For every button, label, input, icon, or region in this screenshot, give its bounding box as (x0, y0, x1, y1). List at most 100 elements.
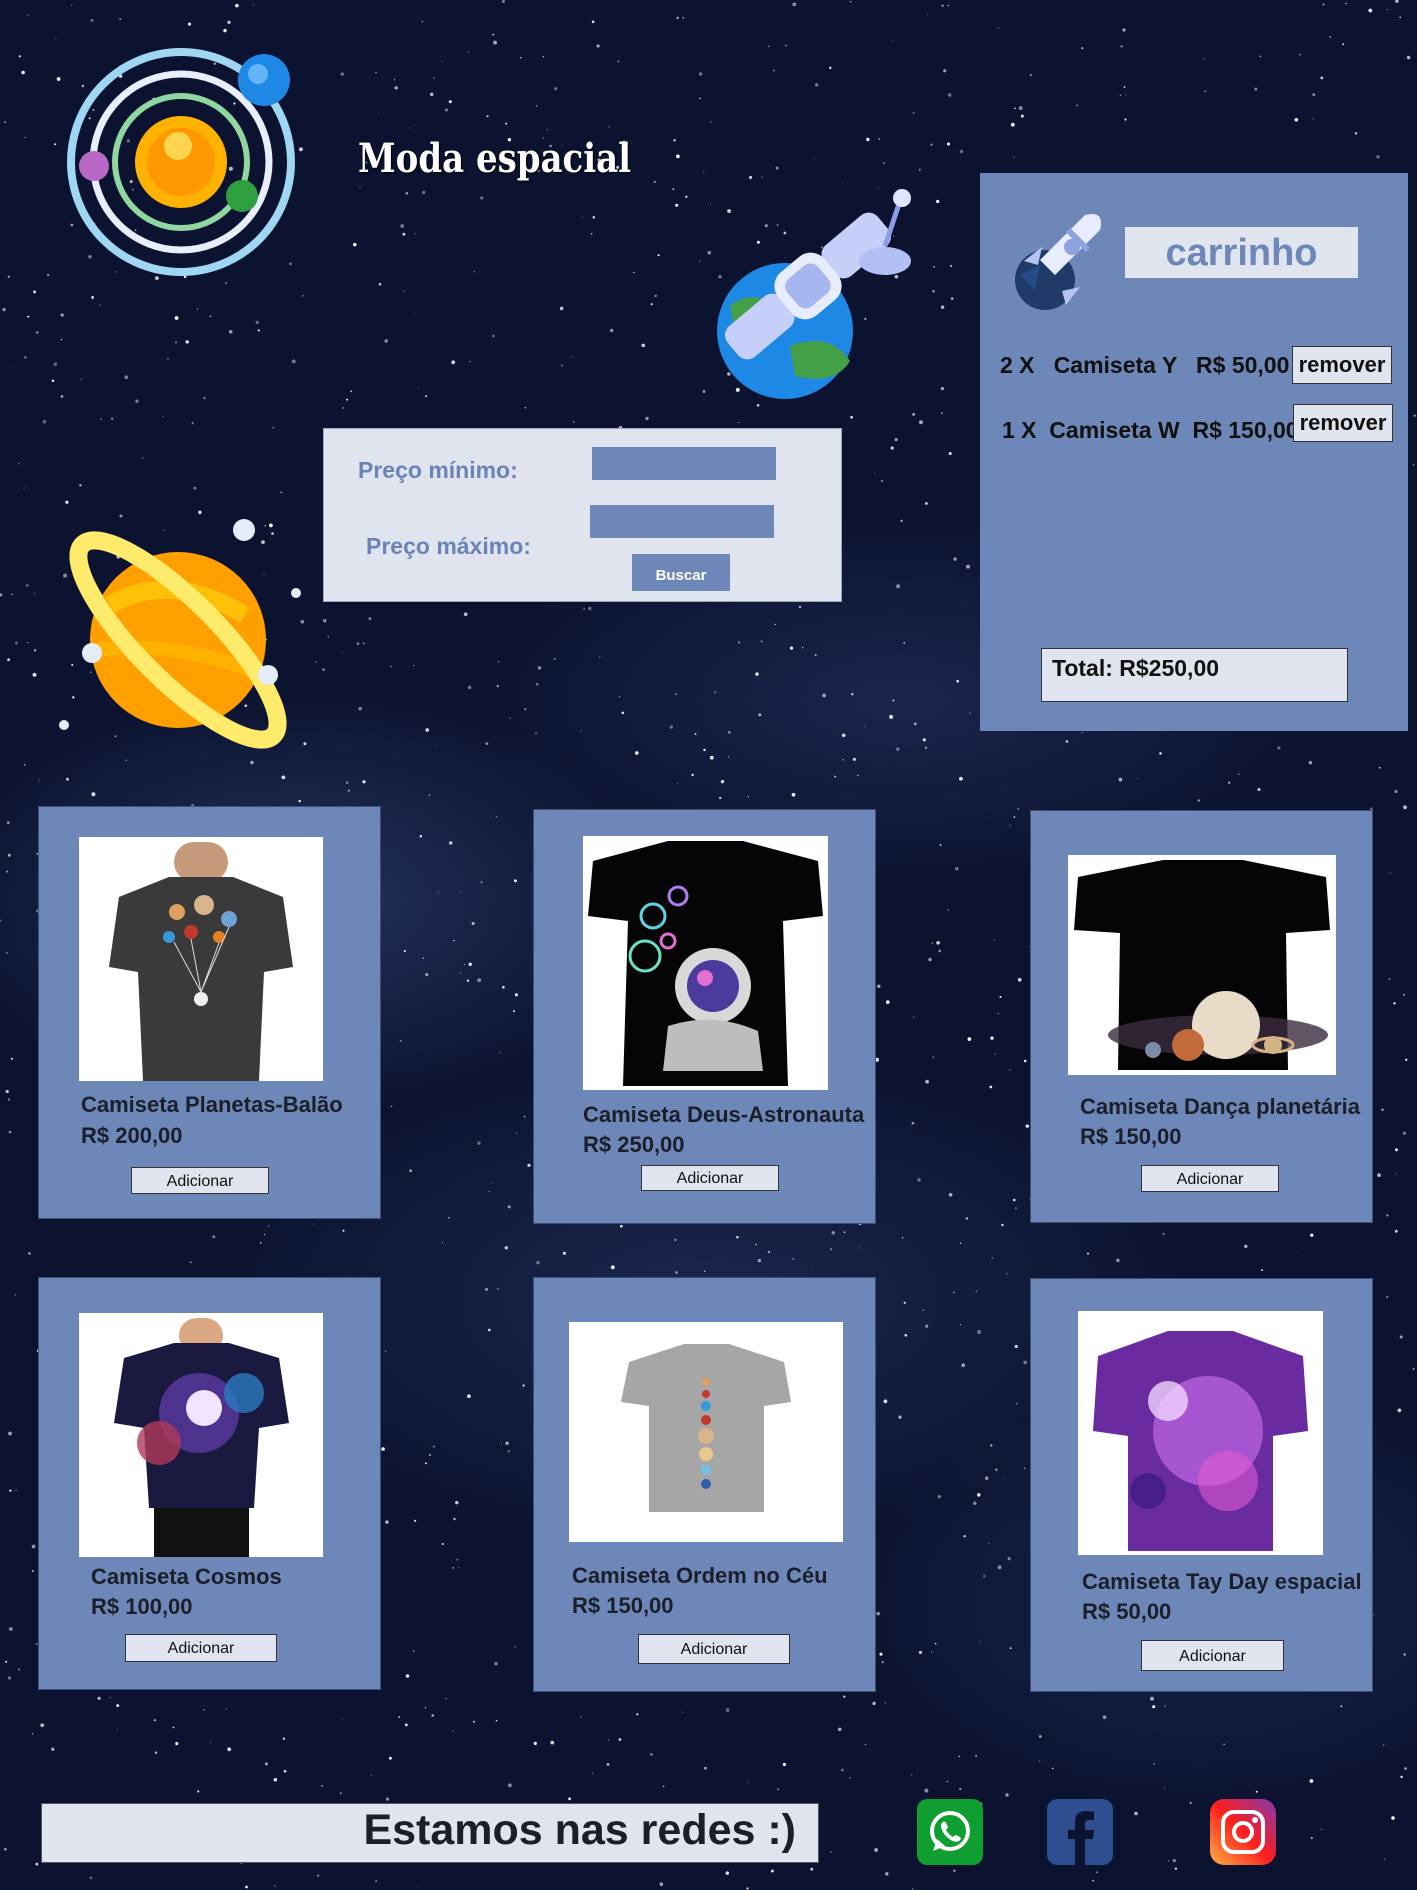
star (874, 1847, 879, 1852)
star (878, 138, 881, 140)
star (7, 1098, 11, 1101)
star (441, 60, 443, 63)
star (1394, 789, 1398, 794)
search-button[interactable]: Buscar (632, 554, 730, 591)
star (919, 420, 923, 425)
star (18, 463, 20, 465)
facebook-icon[interactable] (1047, 1799, 1113, 1865)
star (51, 1747, 55, 1751)
star (162, 415, 164, 417)
add-to-cart-button[interactable]: Adicionar (1141, 1640, 1284, 1671)
add-to-cart-button[interactable]: Adicionar (638, 1634, 790, 1664)
star (1119, 94, 1122, 97)
star (885, 1000, 890, 1004)
star (175, 1742, 179, 1746)
star (245, 1885, 248, 1889)
star (570, 356, 573, 358)
star (1386, 1295, 1389, 1298)
star (1394, 1229, 1398, 1233)
star (619, 1224, 623, 1228)
min-price-input[interactable] (592, 447, 776, 480)
star (1389, 872, 1391, 874)
star (55, 37, 57, 39)
star (1373, 1614, 1375, 1616)
star (196, 308, 198, 310)
star (281, 775, 286, 780)
star (901, 1236, 904, 1239)
star (884, 1702, 887, 1704)
whatsapp-icon[interactable] (917, 1799, 983, 1865)
star (448, 841, 453, 845)
star (135, 399, 139, 403)
star (725, 1708, 730, 1713)
star (513, 879, 517, 883)
star (225, 1708, 228, 1710)
star (737, 641, 741, 644)
star (27, 315, 30, 318)
add-to-cart-button[interactable]: Adicionar (641, 1165, 779, 1191)
star (378, 112, 380, 114)
star (928, 957, 932, 962)
star (432, 1445, 435, 1448)
max-price-input[interactable] (590, 505, 774, 538)
star (424, 394, 428, 398)
star (384, 1350, 387, 1352)
remove-button[interactable]: remover (1292, 346, 1392, 384)
star (302, 295, 304, 297)
star (452, 1566, 455, 1569)
add-to-cart-button[interactable]: Adicionar (131, 1167, 269, 1194)
star (1001, 1223, 1004, 1227)
min-price-label: Preço mínimo: (358, 457, 518, 483)
star (662, 1785, 665, 1788)
star (422, 957, 425, 960)
star (1120, 45, 1123, 48)
star (1118, 777, 1123, 782)
star (925, 1079, 929, 1084)
star (950, 264, 953, 268)
star (580, 1716, 582, 1718)
star (1086, 1252, 1090, 1255)
star (384, 339, 388, 343)
star (994, 1468, 998, 1472)
star (1388, 978, 1391, 981)
star (259, 1242, 262, 1244)
star (456, 1558, 459, 1561)
star (536, 1260, 540, 1265)
add-to-cart-button[interactable]: Adicionar (125, 1634, 277, 1662)
star (943, 69, 947, 73)
star (394, 86, 398, 90)
star (425, 728, 430, 732)
star (464, 964, 466, 966)
star (153, 1719, 156, 1722)
star (507, 1205, 511, 1209)
remove-button[interactable]: remover (1293, 404, 1393, 442)
star (109, 1697, 112, 1699)
star (90, 18, 94, 22)
star (963, 1535, 966, 1538)
star (419, 834, 423, 838)
star (1162, 1233, 1165, 1235)
star (645, 416, 649, 421)
star (486, 115, 489, 118)
star (881, 1661, 884, 1664)
star (516, 1132, 518, 1134)
star (523, 1115, 526, 1118)
product-image (569, 1322, 843, 1542)
star (404, 1723, 408, 1727)
star (36, 331, 39, 334)
star (433, 77, 435, 79)
star (172, 1726, 175, 1729)
star (502, 0, 505, 3)
instagram-icon[interactable] (1210, 1799, 1276, 1865)
star (495, 815, 498, 818)
star (918, 1650, 923, 1655)
star (997, 26, 999, 29)
star (657, 254, 660, 257)
add-to-cart-button[interactable]: Adicionar (1141, 1165, 1279, 1192)
star (14, 1294, 17, 1296)
star (958, 1755, 960, 1758)
star (502, 985, 505, 989)
star (546, 129, 548, 131)
star (879, 1652, 883, 1656)
cart-item-line: 1 X Camiseta W R$ 150,00 (1002, 417, 1299, 443)
